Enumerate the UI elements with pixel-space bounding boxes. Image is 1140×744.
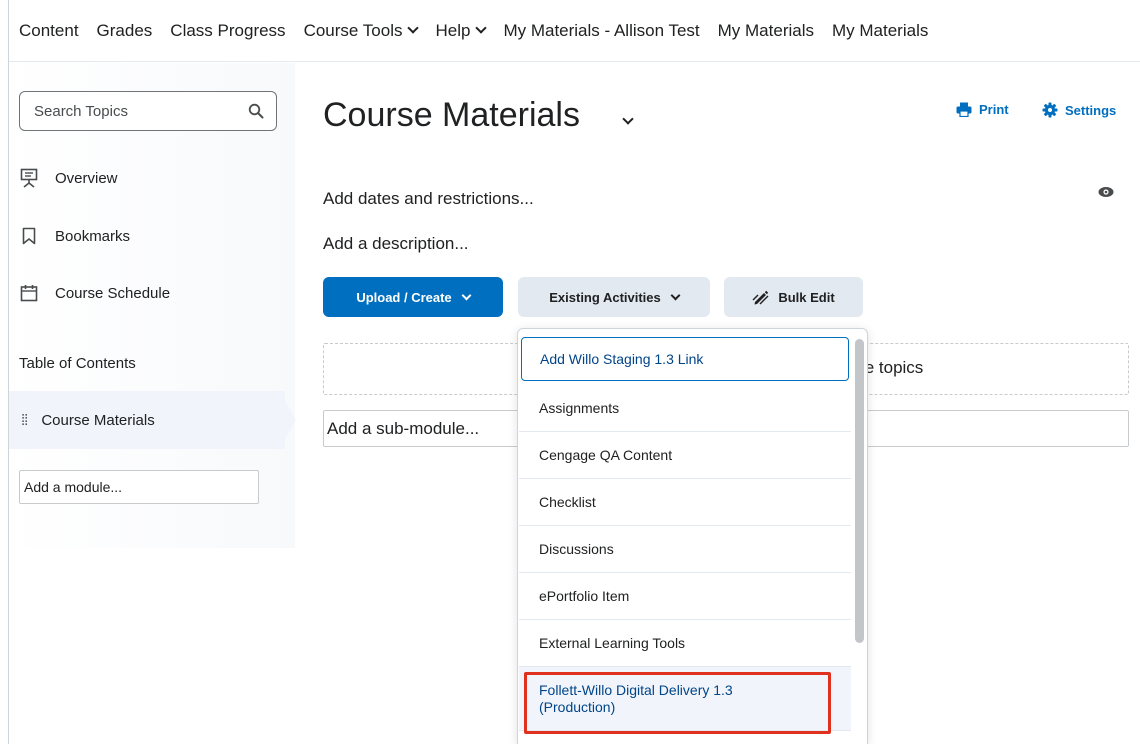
presentation-icon [19, 168, 39, 188]
menu-item-external-learning-tools[interactable]: External Learning Tools [519, 620, 851, 667]
menu-item-checklist[interactable]: Checklist [519, 479, 851, 526]
bulk-edit-button[interactable]: Bulk Edit [724, 277, 863, 317]
nav-my-materials[interactable]: My Materials [718, 21, 814, 41]
add-description-link[interactable]: Add a description... [323, 234, 469, 254]
upload-create-label: Upload / Create [356, 289, 452, 305]
module-label: Course Materials [41, 411, 155, 429]
chevron-down-icon [475, 22, 488, 34]
gear-icon [1042, 102, 1058, 118]
nav-my-materials-allison-test[interactable]: My Materials - Allison Test [503, 21, 699, 41]
sidebar-item-overview[interactable]: Overview [19, 168, 118, 188]
nav-content[interactable]: Content [19, 21, 79, 41]
sidebar-item-bookmarks[interactable]: Bookmarks [19, 226, 130, 246]
sidebar-item-label: Course Schedule [55, 284, 171, 302]
settings-button[interactable]: Settings [1042, 102, 1116, 118]
settings-label: Settings [1065, 102, 1117, 118]
sidebar: Overview Bookmarks Course Schedule Table… [9, 63, 296, 548]
nav-grades[interactable]: Grades [97, 21, 153, 41]
chevron-down-icon [461, 290, 472, 300]
menu-item-follett-willo-digital-delivery[interactable]: Follett-Willo Digital Delivery 1.3 (Prod… [519, 667, 851, 731]
menu-item-cengage-qa-content[interactable]: Cengage QA Content [519, 432, 851, 479]
existing-activities-menu: Add Willo Staging 1.3 Link Assignments C… [517, 328, 868, 744]
top-navigation: Content Grades Class Progress Course Too… [9, 0, 1140, 62]
module-course-materials[interactable]: ⁞⁞ Course Materials [9, 391, 285, 449]
menu-scrollbar[interactable] [855, 339, 864, 643]
existing-activities-button[interactable]: Existing Activities [518, 277, 710, 317]
menu-item-eportfolio-item[interactable]: ePortfolio Item [519, 573, 851, 620]
search-input[interactable] [34, 102, 234, 120]
table-of-contents-heading: Table of Contents [19, 355, 136, 372]
add-module-input[interactable]: Add a module... [19, 470, 259, 504]
nav-course-tools[interactable]: Course Tools [304, 21, 420, 41]
page-title[interactable]: Course Materials [323, 96, 580, 135]
drag-handle-icon[interactable]: ⁞⁞ [21, 412, 28, 429]
sidebar-item-label: Bookmarks [55, 227, 131, 245]
chevron-down-icon [670, 290, 681, 300]
print-button[interactable]: Print [956, 102, 1009, 117]
print-label: Print [979, 102, 1009, 117]
search-topics-field[interactable] [19, 91, 277, 131]
menu-item-assignments[interactable]: Assignments [519, 385, 851, 432]
nav-my-materials-2[interactable]: My Materials [832, 21, 928, 41]
menu-item-discussions[interactable]: Discussions [519, 526, 851, 573]
bulk-edit-label: Bulk Edit [778, 289, 835, 305]
existing-activities-label: Existing Activities [549, 289, 661, 305]
sidebar-item-label: Overview [55, 169, 118, 187]
bookmark-icon [19, 226, 39, 246]
chevron-down-icon [407, 22, 420, 34]
nav-help[interactable]: Help [435, 21, 488, 41]
selected-indicator [285, 401, 296, 439]
menu-item-add-willo-staging[interactable]: Add Willo Staging 1.3 Link [521, 337, 849, 381]
add-dates-restrictions-link[interactable]: Add dates and restrictions... [323, 189, 534, 209]
sidebar-item-course-schedule[interactable]: Course Schedule [19, 283, 170, 303]
visibility-eye-icon[interactable] [1098, 186, 1114, 198]
nav-class-progress[interactable]: Class Progress [170, 21, 285, 41]
drop-zone-text: te topics [860, 358, 924, 377]
search-icon[interactable] [248, 103, 264, 119]
printer-icon [956, 102, 972, 117]
upload-create-button[interactable]: Upload / Create [323, 277, 503, 317]
calendar-icon [19, 283, 39, 303]
chevron-down-icon[interactable] [622, 113, 634, 125]
pencil-icon [752, 290, 769, 305]
